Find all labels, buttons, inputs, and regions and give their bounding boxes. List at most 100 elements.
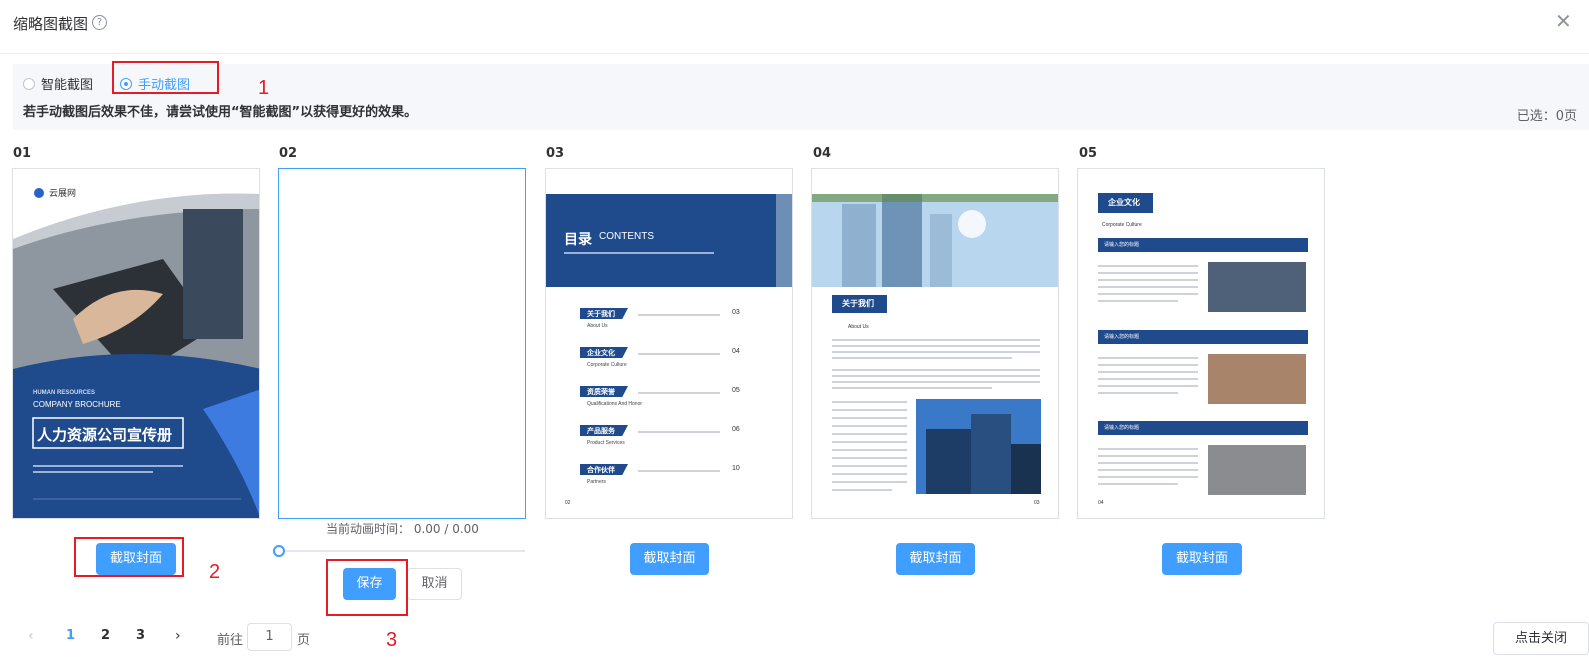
text-line [832,489,892,491]
text-line [832,387,992,389]
section-photo [1208,262,1306,312]
pagination-page-1[interactable]: 1 [66,628,75,643]
cover-en-line2: COMPANY BROCHURE [33,400,121,409]
text-line [832,449,907,451]
toc-title: 目录 [564,232,592,248]
question-circle-icon[interactable]: ? [92,15,107,30]
text-line [1098,448,1198,450]
animation-slider-handle[interactable] [273,545,285,557]
pagination-page-3[interactable]: 3 [136,628,145,643]
radio-circle-icon [23,77,35,90]
cover-en-line1: HUMAN RESOURCES [33,390,96,396]
building-photo [916,399,1041,494]
animation-slider-track[interactable] [279,550,525,552]
radio-smart-capture[interactable]: 智能截图 [23,74,93,93]
text-line [1098,279,1198,281]
toc-item-page: 06 [732,426,740,433]
page-thumbnail-05[interactable]: 企业文化 Corporate Culture 请输入您的标题 请输入您的标题 请… [1077,168,1325,519]
capture-cover-button-04[interactable]: 截取封面 [896,543,975,575]
text-line [832,465,907,467]
close-dialog-button[interactable]: 点击关闭 [1493,622,1589,655]
text-line [1098,357,1198,359]
page-number: 02 [565,500,571,506]
toc-item-label: 合作伙伴 [587,466,615,474]
toc-item-label: 产品服务 [587,427,615,435]
toc-title-en: CONTENTS [599,231,654,242]
cover-logo-text: 云展网 [49,188,77,198]
skyline-photo [812,194,1058,287]
text-line [832,345,1040,347]
annotation-number-3: 3 [386,629,398,651]
annotation-box-1 [112,61,219,94]
toc-item-en: Product Services [587,440,625,446]
toc-item-page: 03 [732,309,740,316]
text-line [832,441,907,443]
text-line [1098,385,1198,387]
text-line [832,375,1040,377]
toc-leader-line [638,392,720,394]
goto-label: 前往 [217,633,244,648]
prev-page-icon[interactable]: ‹ [28,628,34,644]
toc-leader-line [638,431,720,433]
text-line [1098,392,1178,394]
text-line [832,481,907,483]
selected-count: 已选：0页 [1516,109,1577,124]
about-title: 关于我们 [842,299,874,308]
toc-leader-line [638,353,720,355]
page-thumbnail-01[interactable]: 云展网 HUMAN RESOURCES COMPANY BROCHURE 人力资… [12,168,260,519]
text-line [1098,272,1198,274]
text-line [832,401,907,403]
page-label-04: 04 [813,146,832,161]
section-bar-label: 请输入您的标题 [1104,334,1140,340]
page-label-05: 05 [1079,146,1098,161]
annotation-number-1: 1 [258,77,270,99]
hint-text: 若手动截图后效果不佳，请尝试使用“智能截图”以获得更好的效果。 [23,105,418,120]
animation-time-label: 当前动画时间： 0.00 / 0.00 [326,522,479,536]
text-line [832,473,907,475]
close-icon[interactable]: ✕ [1555,11,1572,31]
toc-banner-photo [776,194,792,287]
page-thumbnail-02[interactable] [278,168,526,519]
next-page-icon[interactable]: › [175,628,181,644]
annotation-box-3 [326,559,408,616]
toc-item-label: 关于我们 [587,310,615,318]
text-line [1098,286,1198,288]
page-thumbnail-03[interactable]: 目录 CONTENTS 关于我们 About Us 03 企业文化 Corpor… [545,168,793,519]
toc-item-page: 05 [732,387,740,394]
text-line [1098,265,1198,267]
toc-subtitle-line [564,252,714,254]
cancel-button[interactable]: 取消 [407,568,462,600]
goto-page-input[interactable]: 1 [247,623,292,651]
toc-item-en: Qualifications And Honor [587,401,643,407]
text-line [832,433,907,435]
text-line [1098,469,1198,471]
toc-item-label: 企业文化 [587,349,615,357]
dialog-header: 缩略图截图 ? ✕ [0,0,1589,54]
text-line [832,381,1040,383]
text-line [1098,300,1178,302]
about-subtitle: About Us [848,324,869,330]
toc-item-en: About Us [587,323,608,329]
section-photo [1208,445,1306,495]
culture-title: 企业文化 [1108,198,1140,207]
toc-leader-line [638,314,720,316]
radio-label: 智能截图 [41,78,94,93]
text-line [1098,462,1198,464]
section-bar-label: 请输入您的标题 [1104,242,1140,248]
text-line [832,409,907,411]
page-label-03: 03 [546,146,565,161]
page-number: 03 [1034,500,1040,506]
section-photo [1208,354,1306,404]
page-thumbnail-04[interactable]: 关于我们 About Us 03 [811,168,1059,519]
text-line [1098,476,1198,478]
pagination-page-2[interactable]: 2 [101,628,110,643]
toc-item-page: 10 [732,465,740,472]
annotation-box-2 [74,537,184,577]
text-line [832,425,907,427]
text-line [1098,371,1198,373]
dialog-title: 缩略图截图 [13,15,89,33]
capture-cover-button-03[interactable]: 截取封面 [630,543,709,575]
cover-artwork [13,169,259,518]
text-line [832,457,907,459]
capture-cover-button-05[interactable]: 截取封面 [1162,543,1242,575]
